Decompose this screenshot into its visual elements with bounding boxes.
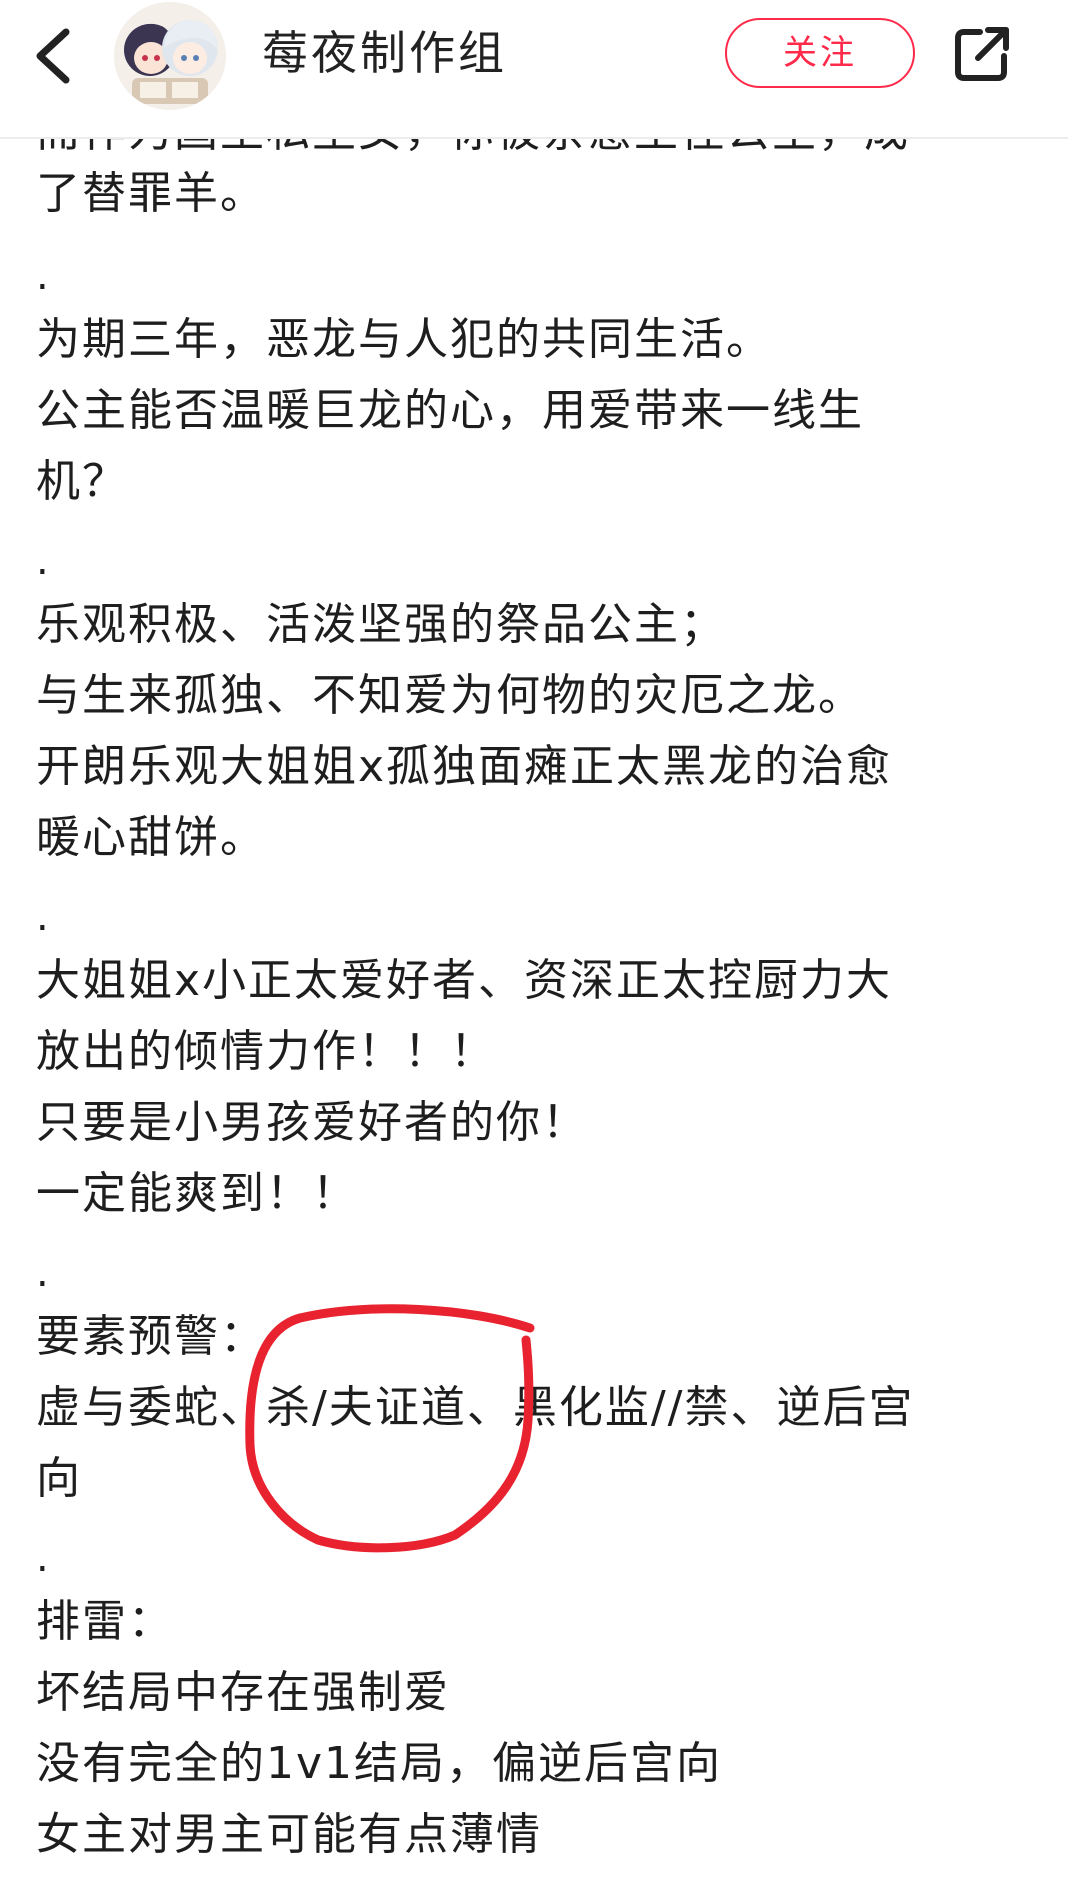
article-line: 为期三年，恶龙与人犯的共同生活。 bbox=[36, 314, 772, 365]
article-line: 乐观积极、活泼坚强的祭品公主； bbox=[36, 599, 726, 650]
article-line: 开朗乐观大姐姐x孤独面瘫正太黑龙的治愈 bbox=[36, 741, 893, 792]
paragraph-separator: . bbox=[36, 1250, 51, 1296]
article-line: 大姐姐x小正太爱好者、资深正太控厨力大 bbox=[36, 955, 893, 1006]
avatar[interactable] bbox=[114, 2, 226, 110]
article-line: 向 bbox=[36, 1453, 82, 1504]
share-button[interactable] bbox=[950, 22, 1014, 86]
paragraph-separator: . bbox=[36, 253, 51, 299]
article-line: 机？ bbox=[36, 456, 128, 507]
article-line: 一定能爽到！！ bbox=[36, 1168, 358, 1219]
article-line: 与生来孤独、不知爱为何物的灾厄之龙。 bbox=[36, 670, 864, 721]
article-line: 女主对男主可能有点薄情 bbox=[36, 1809, 542, 1860]
paragraph-separator: . bbox=[36, 1535, 51, 1581]
article-line: 只要是小男孩爱好者的你！ bbox=[36, 1097, 588, 1148]
paragraph-separator: . bbox=[36, 538, 51, 584]
chevron-left-icon bbox=[36, 28, 70, 84]
follow-button[interactable]: 关注 bbox=[725, 18, 915, 88]
paragraph-separator: . bbox=[36, 894, 51, 940]
share-icon bbox=[955, 27, 1009, 81]
caution-heading: 排雷： bbox=[36, 1596, 174, 1647]
article-line: 放出的倾情力作！！！ bbox=[36, 1026, 496, 1077]
back-button[interactable] bbox=[22, 20, 86, 92]
article-line: 公主能否温暖巨龙的心，用爱带来一线生 bbox=[36, 385, 864, 436]
avatar-image bbox=[114, 2, 226, 110]
warning-heading: 要素预警： bbox=[36, 1311, 266, 1362]
account-name[interactable]: 莓夜制作组 bbox=[262, 22, 507, 84]
warning-elements-line: 虚与委蛇、杀/夫证道、黑化监//禁、逆后宫 bbox=[36, 1382, 915, 1433]
article-line: 没有完全的1v1结局，偏逆后宫向 bbox=[36, 1738, 723, 1789]
top-nav-bar: 莓夜制作组 关注 bbox=[0, 0, 1068, 139]
article-line: 暖心甜饼。 bbox=[36, 812, 266, 863]
article-line: 坏结局中存在强制爱 bbox=[36, 1667, 450, 1718]
article-line: 了替罪羊。 bbox=[36, 168, 266, 219]
article-body: 而作为国王私生女，你被亲惠王住公主，成 了替罪羊。 . 为期三年，恶龙与人犯的共… bbox=[0, 0, 1068, 1896]
